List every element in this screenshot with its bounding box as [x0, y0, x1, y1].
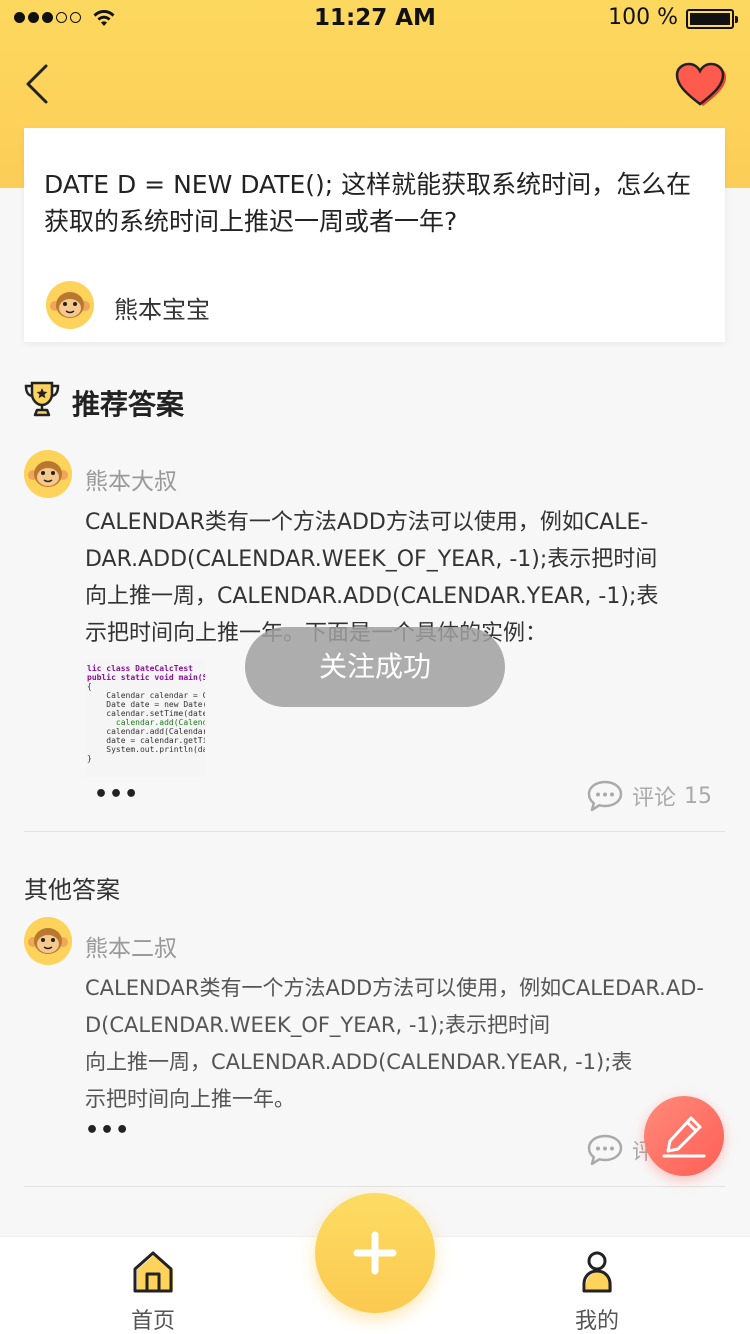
- answer-line: CALENDAR类有一个方法ADD方法可以使用，例如CALE-: [85, 510, 649, 535]
- divider: [24, 1186, 725, 1187]
- status-bar: 11:27 AM 100 %: [0, 0, 750, 40]
- answer-line: 向上推一周，CALENDAR.ADD(CALENDAR.YEAR, -1);表: [85, 1050, 633, 1074]
- back-button[interactable]: [20, 62, 54, 106]
- comment-count: 15: [684, 783, 713, 809]
- tab-home-label: 首页: [130, 1309, 175, 1334]
- comment-label: 评论: [632, 786, 677, 811]
- other-answers-title: 其他答案: [24, 876, 120, 904]
- toast-message: 关注成功: [245, 627, 505, 707]
- trophy-icon: [24, 381, 60, 417]
- tab-me[interactable]: 我的: [522, 1237, 672, 1334]
- code-line: {: [87, 682, 92, 691]
- battery-percentage: 100 %: [608, 5, 678, 30]
- pencil-icon: [662, 1116, 706, 1158]
- answer-author-name[interactable]: 熊本二叔: [85, 929, 177, 963]
- person-icon: [582, 1251, 612, 1293]
- question-title: DATE D = NEW DATE(); 这样就能获取系统时间，怎么在获取的系统…: [44, 170, 692, 236]
- code-line: calendar.add(Calendar.Y: [87, 727, 205, 736]
- tab-me-label: 我的: [574, 1309, 619, 1334]
- code-line: System.out.println(date: [87, 745, 205, 754]
- code-line: date = calendar.getTime: [87, 736, 205, 745]
- chat-bubble-icon: [587, 780, 623, 812]
- comment-button[interactable]: 评论 15: [586, 779, 712, 813]
- write-answer-button[interactable]: [644, 1096, 724, 1176]
- answer-line: D(CALENDAR.WEEK_OF_YEAR, -1);表示把时间: [85, 1013, 551, 1037]
- code-line: public static void main(Str: [87, 673, 205, 682]
- more-button[interactable]: •••: [94, 782, 139, 807]
- code-line: lic class DateCalcTest: [87, 664, 193, 673]
- add-question-button[interactable]: [315, 1193, 435, 1313]
- plus-icon: [353, 1231, 397, 1275]
- home-icon: [133, 1251, 173, 1293]
- recommended-section-title: 推荐答案: [72, 388, 185, 421]
- answer-line: 示把时间向上推一年。: [85, 1087, 295, 1111]
- more-button[interactable]: •••: [85, 1118, 130, 1143]
- answer-author-name[interactable]: 熊本大叔: [85, 462, 177, 496]
- question-author[interactable]: 熊本宝宝: [114, 290, 210, 325]
- code-line: calendar.add(Calendar: [87, 718, 205, 727]
- page: 11:27 AM 100 % DATE D = NEW DATE(); 这样就能…: [0, 0, 750, 1334]
- divider: [24, 831, 725, 832]
- answer-author-avatar[interactable]: [24, 450, 72, 498]
- code-line: Calendar calendar = Cal: [87, 691, 205, 700]
- favorite-button[interactable]: [674, 62, 726, 108]
- answer-text: CALENDAR类有一个方法ADD方法可以使用，例如CALEDAR.AD- D(…: [85, 970, 705, 1118]
- monkey-avatar-icon: [24, 450, 72, 498]
- answer-line: 向上推一周，CALENDAR.ADD(CALENDAR.YEAR, -1);表: [85, 584, 659, 609]
- battery-icon: [686, 9, 738, 29]
- author-avatar[interactable]: [46, 281, 94, 329]
- answer-line: DAR.ADD(CALENDAR.WEEK_OF_YEAR, -1);表示把时间: [85, 547, 658, 572]
- question-card[interactable]: DATE D = NEW DATE(); 这样就能获取系统时间，怎么在获取的系统…: [24, 128, 725, 342]
- monkey-avatar-icon: [24, 917, 72, 965]
- monkey-avatar-icon: [46, 281, 94, 329]
- chat-bubble-icon: [587, 1134, 623, 1166]
- code-line: calendar.setTime(date);: [87, 709, 205, 718]
- code-line: Date date = new Date(Sy: [87, 700, 205, 709]
- answer-line: CALENDAR类有一个方法ADD方法可以使用，例如CALEDAR.AD-: [85, 976, 704, 1000]
- code-screenshot-thumbnail[interactable]: lic class DateCalcTest public static voi…: [85, 661, 205, 777]
- code-line: }: [87, 754, 92, 763]
- tab-home[interactable]: 首页: [78, 1237, 228, 1334]
- answer-author-avatar[interactable]: [24, 917, 72, 965]
